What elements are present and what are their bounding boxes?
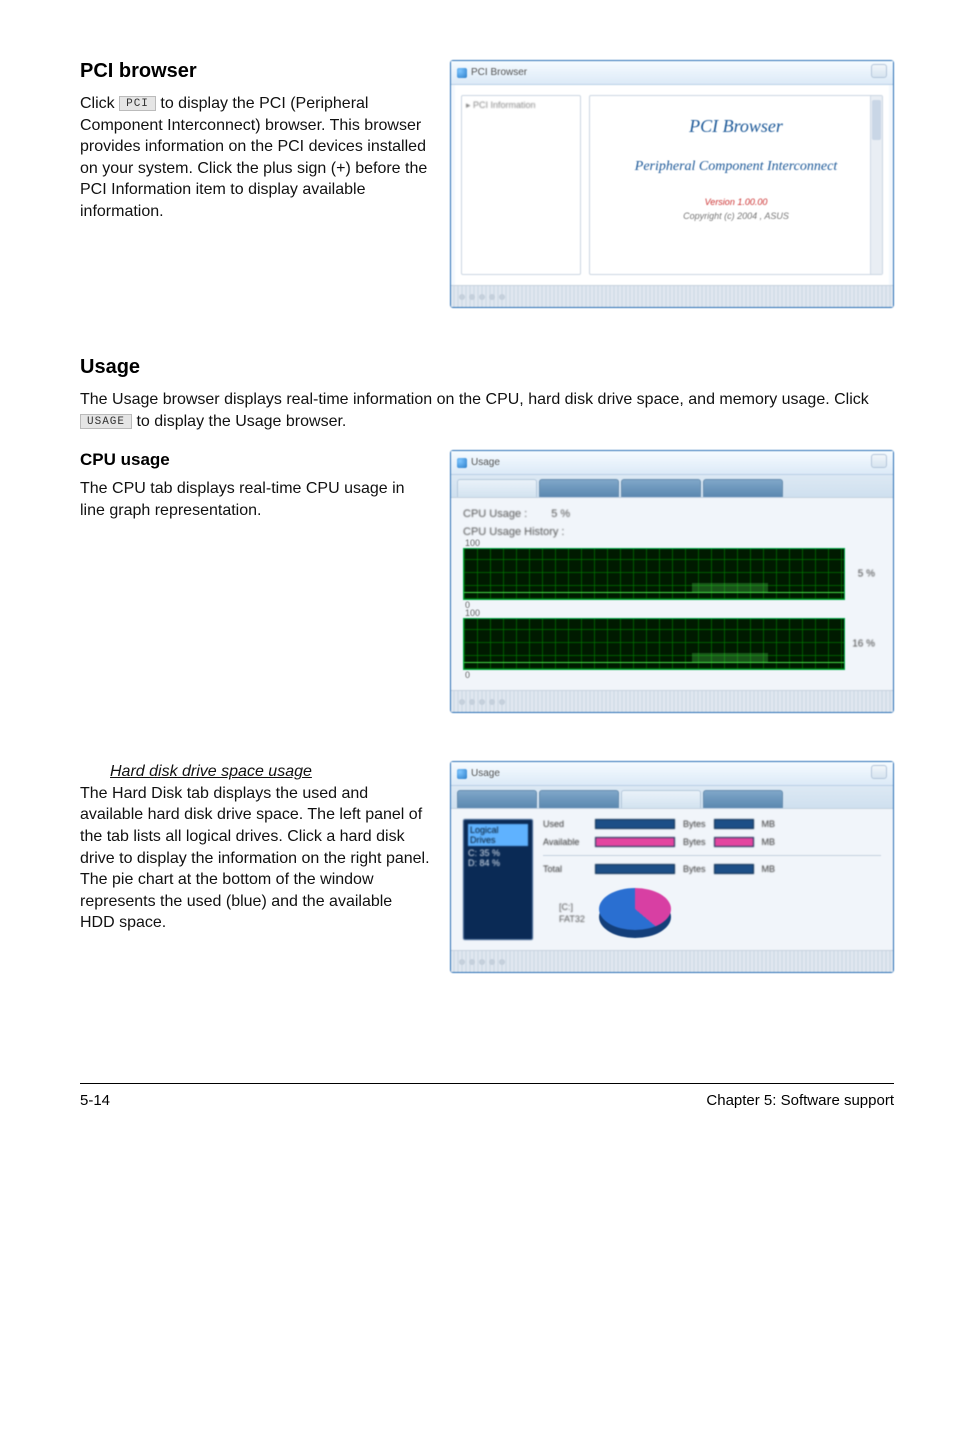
tab-memory[interactable] [703, 790, 783, 808]
cpu-history-label: CPU Usage History : [463, 526, 564, 538]
tab-cpu[interactable] [457, 790, 537, 808]
bar-avail-mb [714, 837, 754, 847]
pci-info-heading: PCI Browser [590, 116, 882, 137]
list-item[interactable]: C: 35 % [468, 848, 528, 858]
cpu-usage-para: The CPU tab displays real-time CPU usage… [80, 478, 430, 521]
axis-bot: 0 [465, 670, 470, 680]
pci-para-post: to display the PCI (Peripheral Component… [80, 95, 427, 220]
list-item[interactable]: D: 84 % [468, 858, 528, 868]
hdd-detail-panel: Used Bytes MB Available Bytes [543, 819, 881, 940]
pci-info-panel: PCI Browser Peripheral Component Interco… [589, 95, 883, 275]
pci-section-title: PCI browser [80, 60, 430, 83]
window-footer-strip [451, 285, 893, 307]
hdd-window-title: Usage [471, 768, 500, 779]
pie-legend-fs: FAT32 [559, 913, 585, 926]
usage-intro-pre: The Usage browser displays real-time inf… [80, 391, 869, 408]
hdd-avail-mb: MB [762, 837, 776, 847]
window-footer-strip [451, 950, 893, 972]
page-number: 5-14 [80, 1092, 110, 1109]
hdd-pie-chart [599, 888, 671, 938]
hdd-heading: Hard disk drive space usage [110, 763, 312, 780]
hdd-avail-unit: Bytes [683, 837, 706, 847]
pie-legend-type: [C:] [559, 901, 585, 914]
bar-used-mb [714, 819, 754, 829]
close-icon[interactable] [871, 454, 887, 468]
hdd-list-header: Logical Drives [468, 824, 528, 846]
pci-tree-root: PCI Information [473, 100, 536, 110]
usage-tabs [451, 475, 893, 497]
scrollbar[interactable] [870, 96, 882, 274]
window-icon [457, 769, 467, 779]
chapter-label: Chapter 5: Software support [706, 1092, 894, 1109]
pci-browser-window: PCI Browser ▸ PCI Information PCI Browse… [450, 60, 894, 308]
close-icon[interactable] [871, 765, 887, 779]
tab-hdd-placeholder[interactable] [539, 790, 619, 808]
window-icon [457, 458, 467, 468]
pci-info-sub: Peripheral Component Interconnect [590, 159, 882, 175]
hdd-total-unit: Bytes [683, 864, 706, 874]
cpu-graph-2-pct: 16 % [852, 639, 875, 650]
close-icon[interactable] [871, 64, 887, 78]
hdd-avail-label: Available [543, 837, 587, 847]
cpu-usage-window: Usage CPU Usage : 5 % CPU Usa [450, 450, 894, 713]
pci-paragraph: Click PCI to display the PCI (Peripheral… [80, 93, 430, 223]
usage-intro-post: to display the Usage browser. [136, 413, 346, 430]
window-icon [457, 68, 467, 78]
pci-tree-panel[interactable]: ▸ PCI Information [461, 95, 581, 275]
pci-info-copyright: Copyright (c) 2004 , ASUS [590, 211, 882, 221]
tab-cpu[interactable] [457, 479, 537, 497]
tab-hdd[interactable] [539, 479, 619, 497]
bar-total-mb [714, 864, 754, 874]
cpu-usage-title: CPU usage [80, 450, 430, 470]
bar-total-bytes [595, 864, 675, 874]
pci-chip-icon: PCI [119, 96, 156, 111]
hdd-total-mb: MB [762, 864, 776, 874]
hdd-total-label: Total [543, 864, 587, 874]
pci-para-pre: Click [80, 95, 119, 112]
cpu-graph-1-pct: 5 % [858, 569, 875, 580]
pci-window-title: PCI Browser [471, 67, 527, 78]
cpu-usage-label: CPU Usage : [463, 508, 527, 520]
cpu-usage-val: 5 % [551, 508, 570, 520]
window-footer-strip [451, 690, 893, 712]
hdd-used-unit: Bytes [683, 819, 706, 829]
cpu-window-title: Usage [471, 457, 500, 468]
usage-tabs [451, 786, 893, 808]
hdd-used-mb: MB [762, 819, 776, 829]
bar-used-bytes [595, 819, 675, 829]
axis-top: 100 [465, 608, 480, 618]
usage-chip-icon: USAGE [80, 414, 132, 429]
usage-section-title: Usage [80, 356, 894, 379]
cpu-graph-1 [463, 548, 845, 600]
hdd-para-text: The Hard Disk tab displays the used and … [80, 785, 430, 932]
pci-info-version: Version 1.00.00 [590, 197, 882, 207]
cpu-graph-2 [463, 618, 845, 670]
hdd-paragraph: Hard disk drive space usage The Hard Dis… [80, 761, 430, 934]
page-footer: 5-14 Chapter 5: Software support [80, 1083, 894, 1109]
hdd-used-label: Used [543, 819, 587, 829]
tab-other[interactable] [703, 479, 783, 497]
bar-avail-bytes [595, 837, 675, 847]
axis-top: 100 [465, 538, 480, 548]
tab-memory[interactable] [621, 479, 701, 497]
tab-hdd[interactable] [621, 790, 701, 808]
usage-intro: The Usage browser displays real-time inf… [80, 389, 894, 432]
hdd-drive-list[interactable]: Logical Drives C: 35 % D: 84 % [463, 819, 533, 940]
hdd-usage-window: Usage Logical Drives C: 35 % D: [450, 761, 894, 973]
